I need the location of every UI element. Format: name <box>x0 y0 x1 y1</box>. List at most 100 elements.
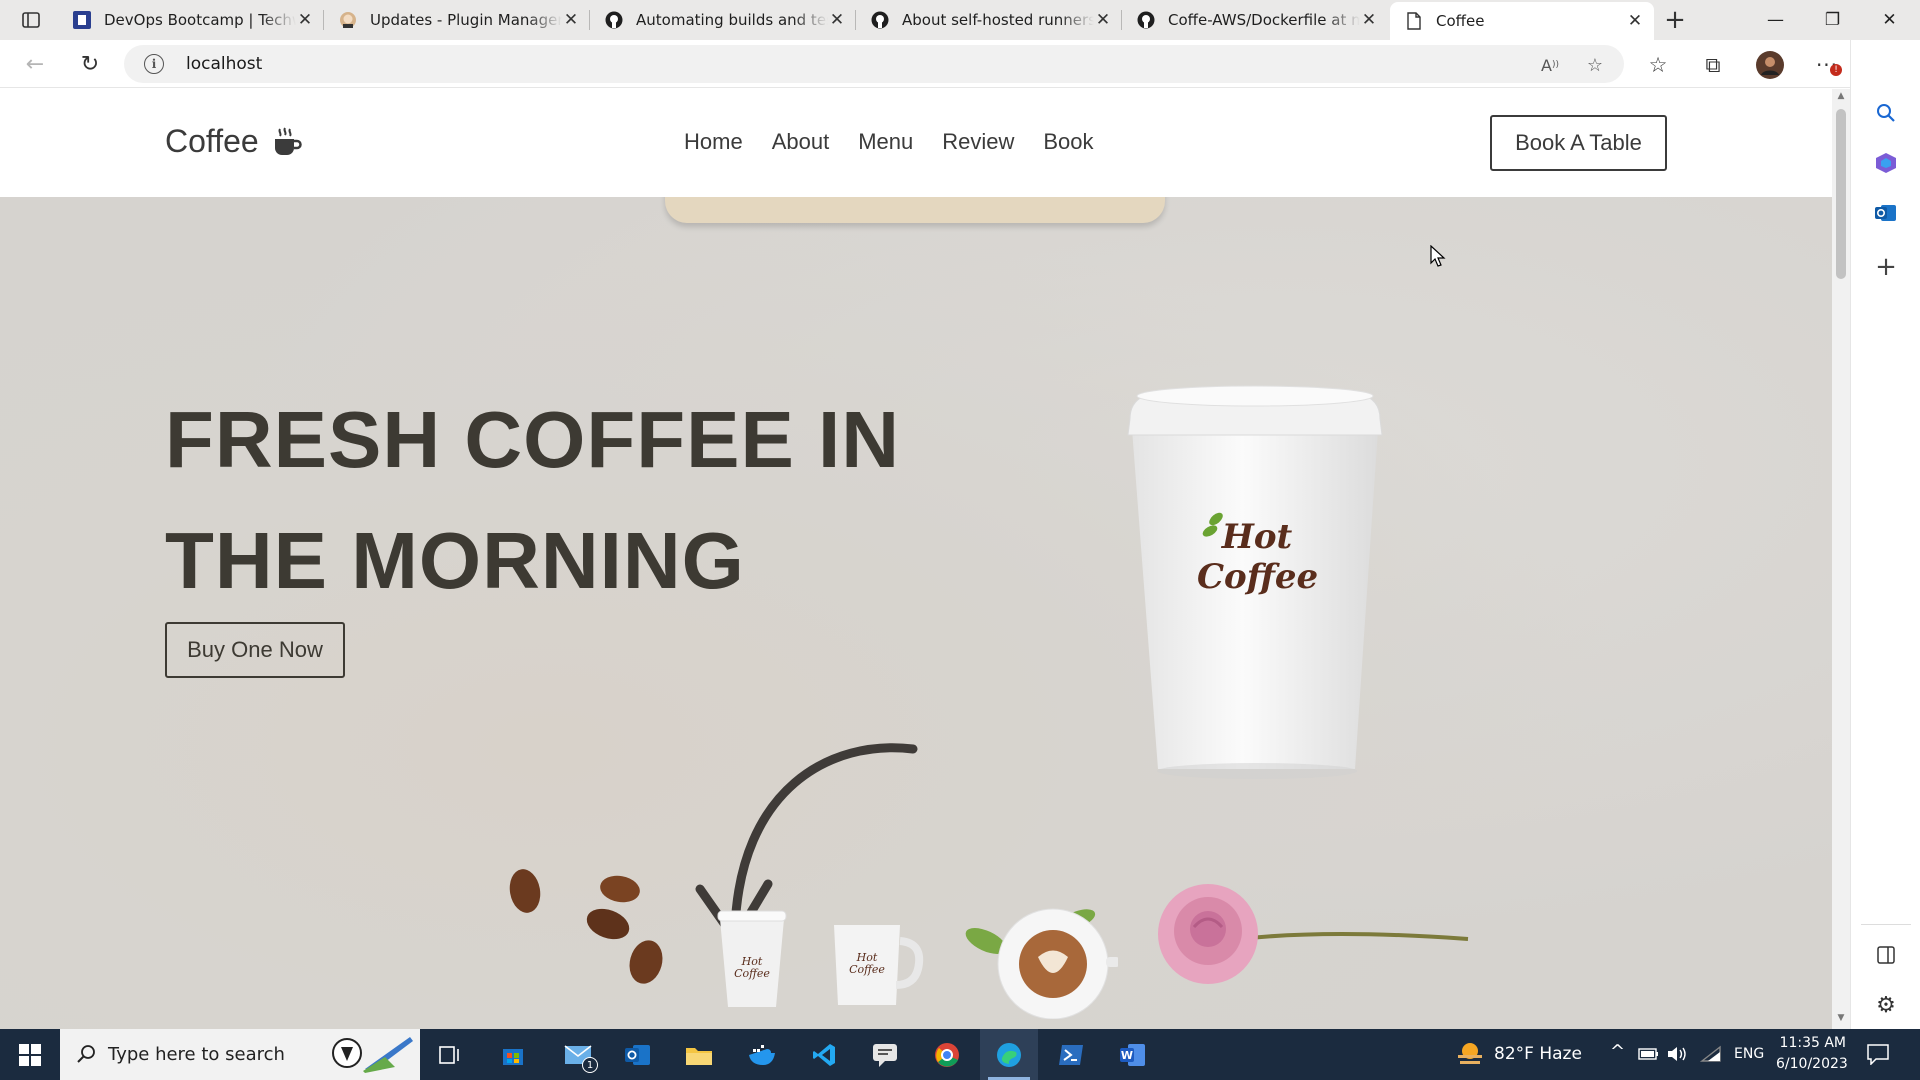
nav-home[interactable]: Home <box>684 129 743 155</box>
scrollbar-thumb[interactable] <box>1836 109 1846 279</box>
search-placeholder: Type here to search <box>108 1044 285 1065</box>
tab-close-icon[interactable]: ✕ <box>1360 10 1378 30</box>
feedback-hub-icon[interactable] <box>856 1029 914 1080</box>
latte-cup-image <box>965 908 1118 1019</box>
mug-image: Hot Coffee <box>834 925 924 1005</box>
coffee-cup-icon <box>274 126 302 155</box>
github-favicon-icon <box>1136 10 1156 30</box>
tab-strip: DevOps Bootcamp | Techworld ✕ Updates - … <box>0 0 1920 40</box>
taskbar-search-box[interactable]: Type here to search <box>60 1029 420 1080</box>
mail-icon[interactable]: 1 <box>550 1029 608 1080</box>
read-aloud-icon[interactable]: A)) <box>1539 54 1561 76</box>
cup-logo-line-1: Hot <box>1221 517 1293 557</box>
nav-about[interactable]: About <box>772 129 830 155</box>
scroll-up-arrow-icon[interactable]: ▲ <box>1836 91 1846 101</box>
tab-close-icon[interactable]: ✕ <box>828 10 846 30</box>
notification-badge: ! <box>1830 64 1842 76</box>
browser-toolbar: ← ↻ i localhost A)) ☆ ☆ ⧉ ··· ! <box>0 40 1920 88</box>
pink-rose-image <box>1158 884 1469 984</box>
word-icon[interactable]: W <box>1104 1029 1162 1080</box>
docker-icon[interactable] <box>733 1029 791 1080</box>
tab-coffee-active[interactable]: Coffee ✕ <box>1390 2 1654 40</box>
buy-one-now-button[interactable]: Buy One Now <box>165 622 345 678</box>
collections-icon[interactable]: ⧉ <box>1698 50 1728 80</box>
tab-title: Automating builds and tests <box>636 11 828 29</box>
tab-dockerfile[interactable]: Coffe-AWS/Dockerfile at main ✕ <box>1122 0 1388 40</box>
file-explorer-icon[interactable] <box>670 1029 728 1080</box>
outlook-icon[interactable] <box>1871 198 1901 228</box>
tab-actions-icon[interactable] <box>14 8 48 32</box>
mouse-cursor-icon <box>1430 245 1446 267</box>
back-button[interactable]: ← <box>20 50 50 78</box>
svg-text:Coffee: Coffee <box>849 963 885 976</box>
task-view-icon[interactable] <box>421 1029 479 1080</box>
close-window-button[interactable]: ✕ <box>1861 0 1918 40</box>
search-icon[interactable] <box>1871 98 1901 128</box>
volume-icon[interactable] <box>1666 1045 1688 1063</box>
network-icon[interactable] <box>1700 1045 1722 1063</box>
powershell-icon[interactable] <box>1042 1029 1100 1080</box>
nav-book[interactable]: Book <box>1043 129 1093 155</box>
search-icon <box>77 1045 95 1063</box>
battery-icon[interactable] <box>1638 1046 1660 1062</box>
svg-text:W: W <box>1121 1049 1133 1062</box>
address-bar[interactable]: i localhost A)) ☆ <box>124 45 1624 83</box>
microsoft-store-icon[interactable] <box>484 1029 542 1080</box>
github-favicon-icon <box>604 10 624 30</box>
profile-avatar[interactable] <box>1755 50 1785 80</box>
clock-date: 6/10/2023 <box>1776 1056 1848 1072</box>
minimize-button[interactable]: — <box>1747 0 1804 40</box>
outlook-icon[interactable] <box>609 1029 667 1080</box>
tab-close-icon[interactable]: ✕ <box>296 10 314 30</box>
site-header: Coffee Home About Menu Review Book Book … <box>0 89 1832 197</box>
tab-close-icon[interactable]: ✕ <box>1094 10 1112 30</box>
sidebar-settings-gear-icon[interactable]: ⚙ <box>1871 990 1901 1020</box>
site-info-icon[interactable]: i <box>144 54 164 74</box>
screen: DevOps Bootcamp | Techworld ✕ Updates - … <box>0 0 1920 1080</box>
add-sidebar-app-icon[interactable]: + <box>1871 252 1901 282</box>
tab-plugin-manager[interactable]: Updates - Plugin Manager [Jenkins] ✕ <box>324 0 590 40</box>
page-favicon-icon <box>1404 11 1424 31</box>
site-logo[interactable]: Coffee <box>165 123 303 160</box>
hero-heading: FRESH COFFEE IN THE MORNING <box>165 379 925 621</box>
new-tab-button[interactable]: + <box>1660 5 1690 35</box>
notifications-icon[interactable] <box>1866 1043 1890 1065</box>
weather-text[interactable]: 82°F Haze <box>1494 1044 1582 1064</box>
restore-button[interactable]: ❐ <box>1804 0 1861 40</box>
scroll-down-arrow-icon[interactable]: ▼ <box>1836 1013 1846 1023</box>
show-hidden-icons-chevron-icon[interactable]: ^ <box>1610 1041 1625 1062</box>
tab-self-hosted-runners[interactable]: About self-hosted runners - GitHub ✕ <box>856 0 1122 40</box>
add-favorite-icon[interactable]: ☆ <box>1584 54 1606 76</box>
clock-time: 11:35 AM <box>1779 1035 1846 1051</box>
book-a-table-button[interactable]: Book A Table <box>1490 115 1667 171</box>
address-url[interactable]: localhost <box>186 54 262 74</box>
vscode-icon[interactable] <box>795 1029 853 1080</box>
nav-menu[interactable]: Menu <box>858 129 913 155</box>
clock[interactable]: 11:35 AM 6/10/2023 <box>1776 1033 1848 1075</box>
tab-close-icon[interactable]: ✕ <box>1626 11 1644 31</box>
tab-devops-bootcamp[interactable]: DevOps Bootcamp | Techworld ✕ <box>58 0 324 40</box>
weather-haze-icon <box>1458 1043 1482 1064</box>
tab-automating-builds[interactable]: Automating builds and tests ✕ <box>590 0 856 40</box>
page-scrollbar[interactable]: ▲ ▼ <box>1832 89 1850 1029</box>
refresh-button[interactable]: ↻ <box>75 50 105 78</box>
mail-badge: 1 <box>582 1057 598 1073</box>
small-takeaway-cup-image: Hot Coffee <box>717 910 787 1007</box>
cup-brand-logo: Hot Coffee <box>1197 517 1319 597</box>
nav-review[interactable]: Review <box>942 129 1014 155</box>
favorites-icon[interactable]: ☆ <box>1643 50 1673 80</box>
cup-logo-line-2: Coffee <box>1197 557 1319 597</box>
github-favicon-icon <box>870 10 890 30</box>
hero-line-1: FRESH COFFEE IN <box>165 395 901 484</box>
tab-title: DevOps Bootcamp | Techworld <box>104 11 296 29</box>
hide-sidebar-icon[interactable] <box>1871 940 1901 970</box>
edge-sidebar: + ⚙ <box>1850 40 1920 1029</box>
tab-close-icon[interactable]: ✕ <box>562 10 580 30</box>
start-button[interactable] <box>0 1029 60 1080</box>
office-icon[interactable] <box>1871 148 1901 178</box>
settings-more-icon[interactable]: ··· ! <box>1812 50 1842 80</box>
edge-icon[interactable] <box>980 1029 1038 1080</box>
chrome-icon[interactable] <box>918 1029 976 1080</box>
main-nav: Home About Menu Review Book <box>684 129 1123 155</box>
language-indicator[interactable]: ENG <box>1734 1046 1764 1062</box>
